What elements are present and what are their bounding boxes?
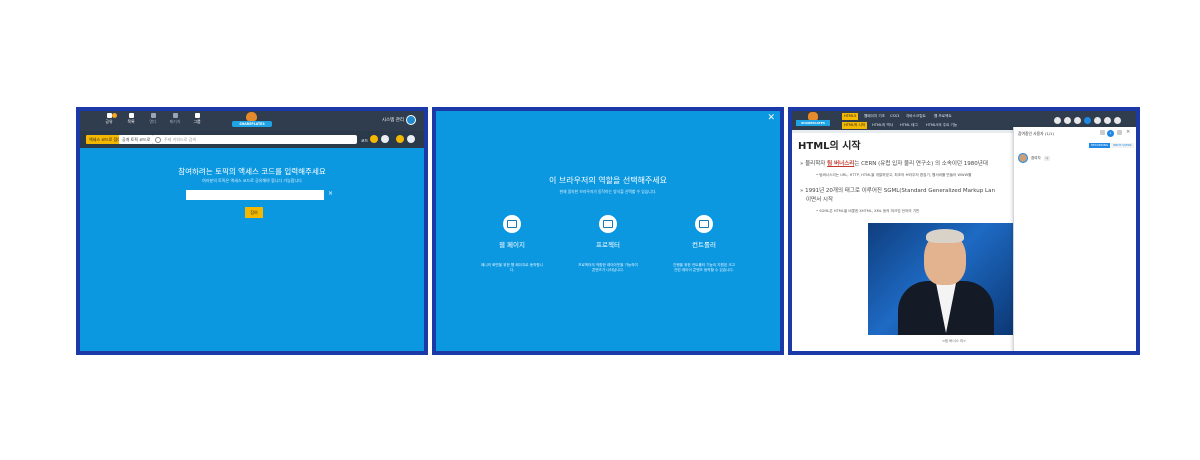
tab-html5[interactable]: HTML5 [842,113,859,120]
portrait-photo [868,223,1020,335]
role-subtitle: 현재 접속한 브라우저가 동작하는 방식을 선택할 수 있습니다. [559,189,657,194]
user-label[interactable]: 시스템 관리 [382,117,404,123]
subtab-html-tags[interactable]: HTML 태그 [900,122,918,129]
option-label: 웹 페이지 [499,241,525,249]
chat-icon[interactable] [1094,117,1101,124]
menu-icon[interactable] [1114,117,1121,124]
screen-icon[interactable] [1104,117,1111,124]
tab-javascript[interactable]: 자바스크립트 [906,113,926,120]
topic-search-input[interactable]: 주제 키워드로 검색 [152,135,357,144]
subtab-html-history[interactable]: HTML의 역사 [872,122,893,129]
app-logo[interactable]: SHAREPLATES [230,112,274,130]
tim-berners-lee-link[interactable]: 팀 버너스리 [827,161,854,167]
tab-css3[interactable]: CSS3 [890,113,899,120]
recording-toggle[interactable]: RECORDING [1089,143,1111,148]
code-label: 코드 [361,138,369,143]
option-controller[interactable]: 컨트롤러 진행을 위한 컨트롤러 기능이 지원된 크고 관련 레이어 콘텐츠 동… [668,215,740,273]
close-icon[interactable]: ✕ [767,113,775,123]
input-users-toggle[interactable]: INPUT USERS [1111,143,1134,148]
nav-list[interactable]: 목록 [124,113,138,125]
gamepad-icon [695,215,713,233]
expand-icon[interactable] [1117,130,1122,135]
page-title: 참여하려는 토픽의 액세스 코드를 입력해주세요 [178,167,326,176]
bullet-2-cont: 이면서 시작 [806,197,834,203]
app-logo[interactable]: SHAREPLATES [796,112,832,129]
logo-text: SHAREPLATES [232,121,272,127]
option-projector[interactable]: 프로젝터 프로젝터의 적합한 레이아웃을 가능하여 콘텐츠가 나타납니다. [572,215,644,273]
bullet-1: » 물리학자 팀 버너스리는 CERN (유럽 입자 물리 연구소) 의 소속이… [800,161,988,167]
option-webpage[interactable]: 웹 페이지 페니의 화면을 위한 웹 페이지로 동작합니다. [476,215,548,273]
logo-text: SHAREPLATES [796,120,830,126]
subtab-html5-features[interactable]: HTML5의 주요 기능 [926,122,957,129]
projector-icon [599,215,617,233]
presentation-screen: SHAREPLATES HTML5 웹페이지 기초 CSS3 자바스크립트 웹 … [792,111,1136,351]
option-desc: 프로젝터의 적합한 레이아웃을 가능하여 콘텐츠가 나타납니다. [578,263,638,272]
filter-icon[interactable] [370,135,378,143]
nav-group[interactable]: 그룹 [190,113,204,125]
clear-icon[interactable]: × [328,190,333,197]
open-icon [150,113,156,118]
search-icon[interactable] [1100,130,1105,135]
refresh-icon[interactable] [381,135,389,143]
group-icon [194,113,200,118]
bullet-2: » 1991년 20개의 태그로 이루어진 SGML(Standard Gene… [800,188,995,194]
role-select-screen: ✕ 이 브라우저의 역할을 선택해주세요 현재 접속한 브라우저가 동작하는 방… [436,111,780,351]
participants-title: 참여중인 사용자 (1/1) [1018,131,1054,136]
option-label: 프로젝터 [596,241,620,249]
page-subtitle: 여러분의 토픽은 액세스 코드로 공유해야 합니다 가능합니다 [202,178,302,183]
role-select-panel: ✕ 이 브라우저의 역할을 선택해주세요 현재 접속한 브라우저가 동작하는 방… [432,107,784,355]
presentation-panel: SHAREPLATES HTML5 웹페이지 기초 CSS3 자바스크립트 웹 … [788,107,1140,355]
access-code-panel: 공유 목록 열다 패키지 그룹 SHAREPLATES 시스템 관리 액세스 코… [76,107,428,355]
subtab-html-start[interactable]: HTML의 시작 [842,122,868,129]
option-desc: 페니의 화면을 위한 웹 페이지로 동작합니다. [481,263,543,272]
search-toolbar: 액세스 코드로 참여 공개 토픽 코드로 주제 키워드로 검색 코드 [80,131,424,148]
people-icon[interactable] [1084,117,1091,124]
role-title: 이 브라우저의 역할을 선택해주세요 [548,176,668,185]
participant-name: 참여자 [1031,155,1041,160]
avatar [1018,153,1028,163]
nav-package[interactable]: 패키지 [168,113,182,125]
participant-row[interactable]: 참여자 나 [1018,153,1051,163]
access-code-input[interactable] [186,190,324,200]
slide-title: HTML의 시작 [798,141,861,152]
list-icon[interactable] [1074,117,1081,124]
option-desc: 진행을 위한 컨트롤러 기능이 지원된 크고 관련 레이어 콘텐츠 동작할 수 … [673,263,735,272]
owl-logo-icon [246,112,257,121]
top-toolbar: 공유 목록 열다 패키지 그룹 SHAREPLATES 시스템 관리 [80,111,424,131]
nav-open[interactable]: 열다 [146,113,160,125]
owl-logo-icon [808,112,818,120]
share-icon [106,113,112,118]
join-button[interactable]: 참여 [245,207,263,218]
photo-caption: <팀 버너스 리> [942,339,967,343]
notification-badge [112,113,117,118]
user-icon[interactable] [1054,117,1061,124]
tab-web-project[interactable]: 웹 프로젝트 [934,113,952,120]
star-icon[interactable] [396,135,404,143]
package-icon [172,113,178,118]
participants-panel: 참여중인 사용자 (1/1) 1 × RECORDING INPUT USERS… [1013,127,1136,351]
settings-icon[interactable] [407,135,415,143]
close-icon[interactable]: × [1126,130,1131,135]
option-label: 컨트롤러 [692,241,716,249]
tab-web-basics[interactable]: 웹페이지 기초 [864,113,885,120]
search-icon [155,137,161,143]
list-icon [128,113,134,118]
main-nav: 공유 목록 열다 패키지 그룹 [102,113,204,125]
info-icon[interactable] [1064,117,1071,124]
public-topic-button[interactable]: 공개 토픽 코드로 [119,135,154,144]
user-avatar[interactable] [406,115,416,125]
access-code-screen: 공유 목록 열다 패키지 그룹 SHAREPLATES 시스템 관리 액세스 코… [80,111,424,351]
participant-badge: 나 [1043,155,1051,161]
count-badge: 1 [1107,130,1114,137]
browser-icon [503,215,521,233]
